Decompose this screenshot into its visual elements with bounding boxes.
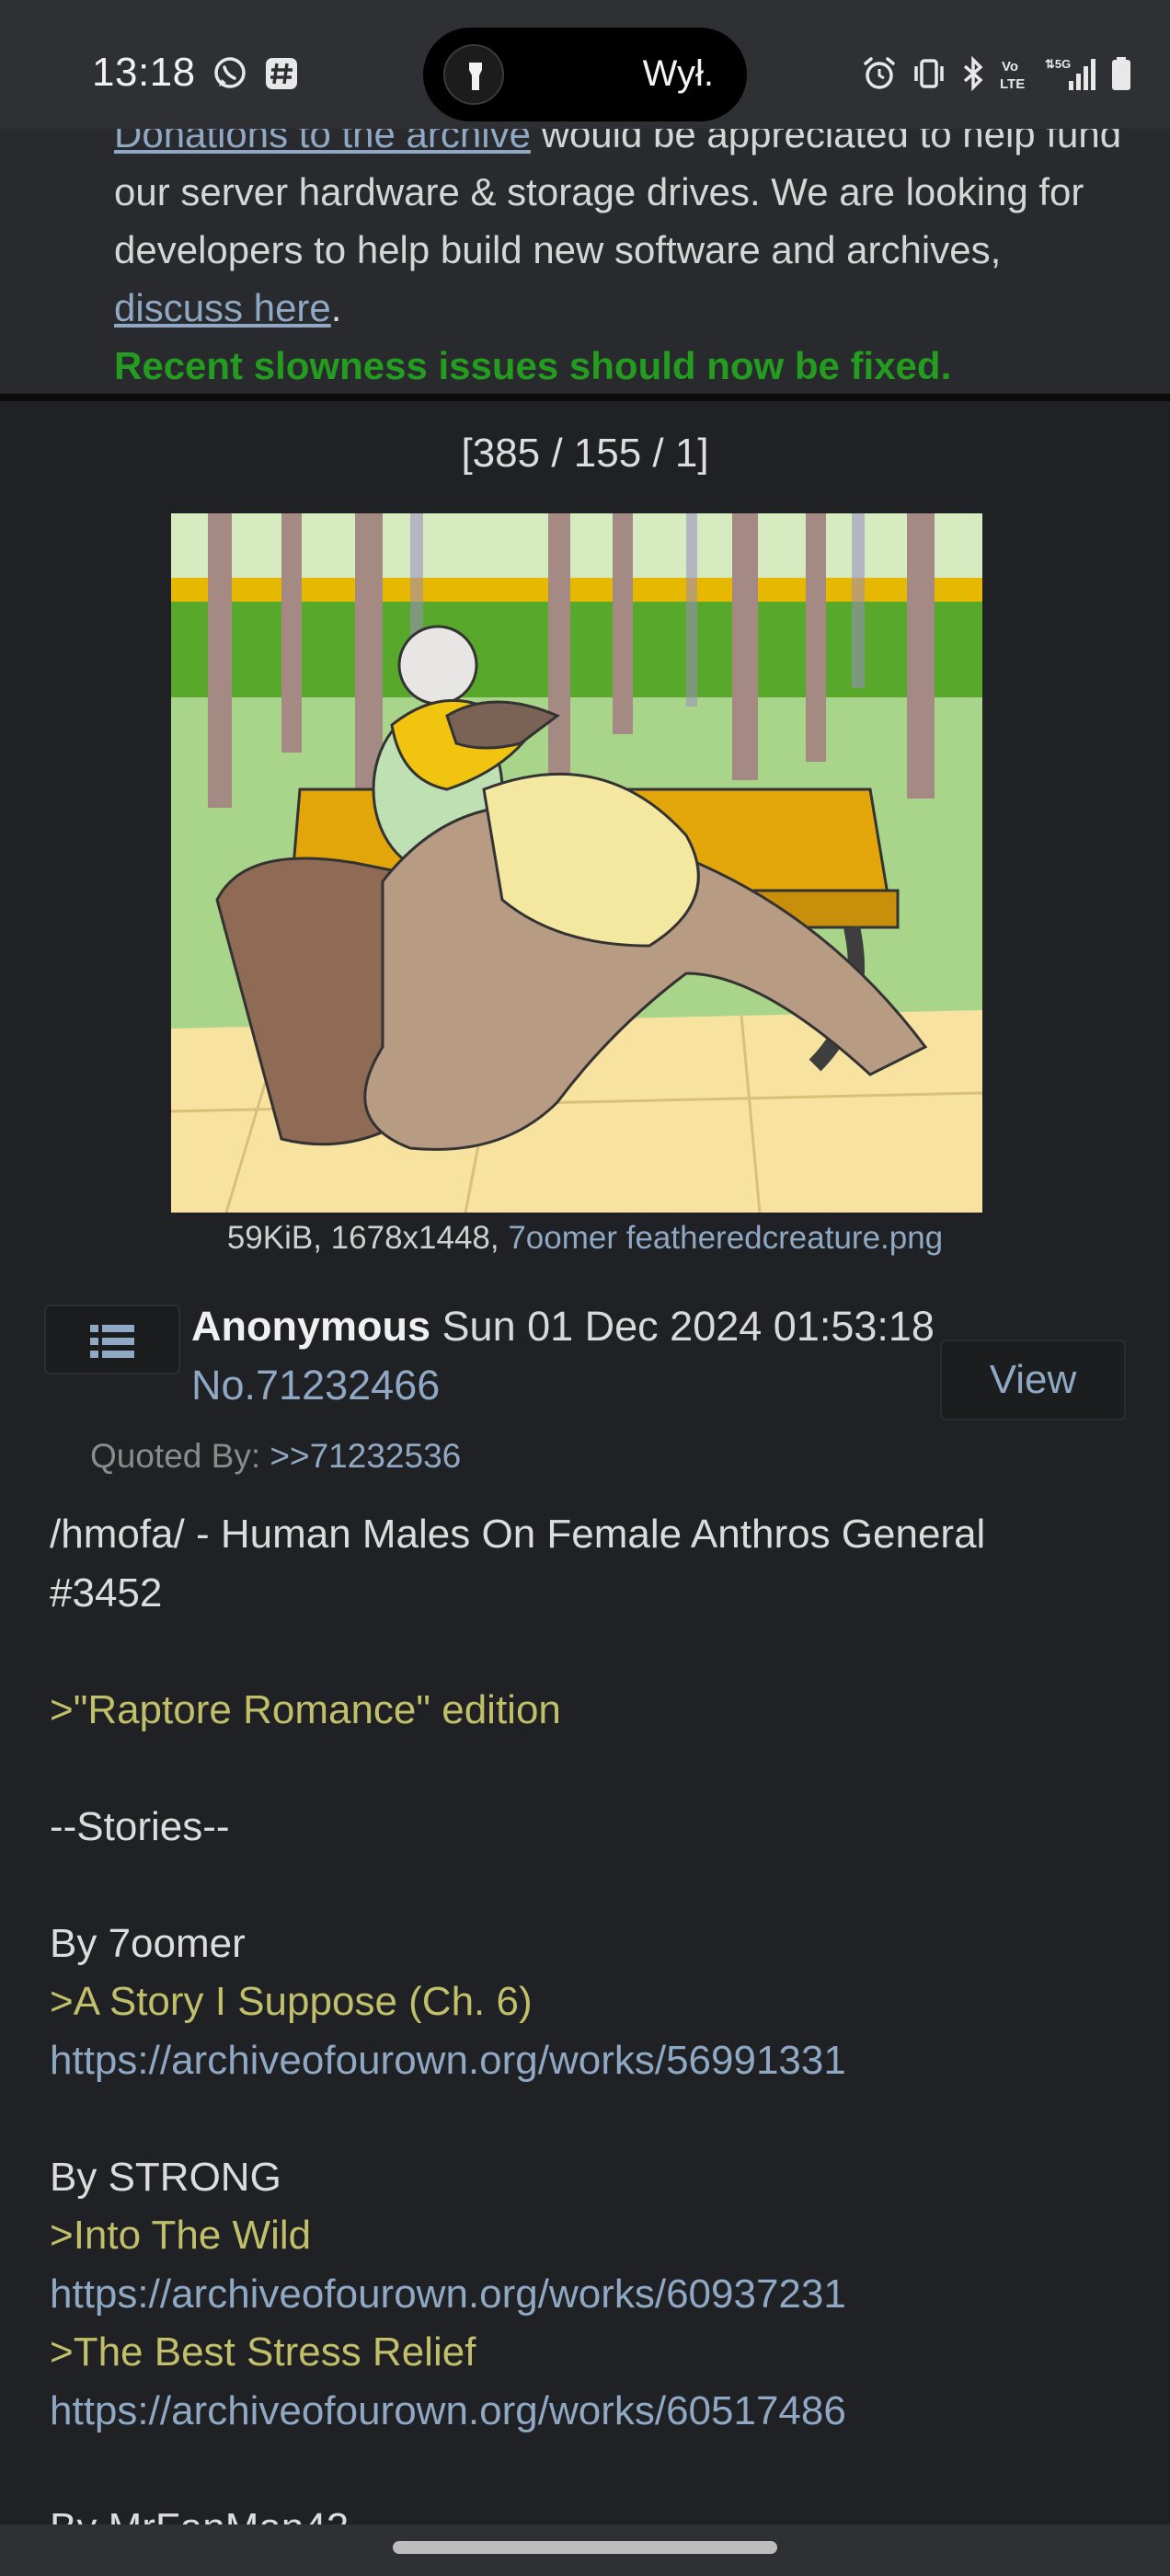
notice-period: . bbox=[330, 286, 342, 329]
vibrate-icon bbox=[911, 55, 947, 92]
navigation-bar bbox=[0, 2524, 1170, 2576]
dynamic-island-flashlight[interactable]: Wył. bbox=[423, 28, 747, 121]
status-bar: 13:18 Wył. Vo LTE ⇅5G bbox=[0, 0, 1170, 129]
post-text-line bbox=[50, 1739, 1135, 1798]
post-text-line bbox=[50, 1622, 1135, 1681]
greentext-line: >A Story I Suppose (Ch. 6) bbox=[50, 1979, 533, 2024]
post-text-line: #3452 bbox=[50, 1570, 163, 1616]
whatsapp-icon bbox=[212, 55, 248, 92]
signal-5g-icon: ⇅5G bbox=[1045, 55, 1096, 92]
post-text-line bbox=[50, 2089, 1135, 2148]
volte-icon: Vo LTE bbox=[999, 55, 1032, 92]
svg-text:LTE: LTE bbox=[1000, 76, 1025, 92]
donations-link[interactable]: Donations to the archive bbox=[114, 129, 531, 155]
post-image[interactable] bbox=[171, 513, 982, 1213]
archive-notice: Donations to the archive would be apprec… bbox=[0, 129, 1170, 394]
discuss-here-link[interactable]: discuss here bbox=[114, 286, 331, 329]
post-link[interactable]: https://archiveofourown.org/works/569913… bbox=[50, 2031, 1135, 2090]
post-text-line: By 7oomer bbox=[50, 1920, 246, 1966]
post-text-line: /hmofa/ - Human Males On Female Anthros … bbox=[50, 1512, 986, 1557]
notice-divider bbox=[0, 394, 1170, 401]
post-text-line bbox=[50, 2440, 1135, 2499]
flashlight-status: Wył. bbox=[642, 53, 714, 94]
thread-counts: [385 / 155 / 1] bbox=[461, 431, 709, 476]
file-name-link[interactable]: 7oomer featheredcreature.png bbox=[508, 1220, 943, 1256]
post-link[interactable]: https://archiveofourown.org/works/605174… bbox=[50, 2382, 1135, 2441]
greentext-line: >The Best Stress Relief bbox=[50, 2329, 476, 2375]
alarm-icon bbox=[861, 55, 898, 92]
post-text-line: By STRONG bbox=[50, 2154, 281, 2200]
bluetooth-icon bbox=[960, 55, 986, 92]
svg-text:⇅5G: ⇅5G bbox=[1045, 57, 1071, 71]
post-menu-button[interactable] bbox=[44, 1305, 180, 1374]
post-date: Sun 01 Dec 2024 01:53:18 bbox=[442, 1303, 935, 1350]
notice-green-text: Recent slowness issues should now be fix… bbox=[114, 344, 952, 387]
greentext-line: >Into The Wild bbox=[50, 2213, 312, 2258]
notice-text: Donations to the archive would be apprec… bbox=[114, 129, 1135, 394]
gesture-handle[interactable] bbox=[393, 2541, 777, 2554]
greentext-line: >"Raptore Romance" edition bbox=[50, 1686, 561, 1732]
post-header: Anonymous Sun 01 Dec 2024 01:53:18 No.71… bbox=[191, 1297, 935, 1415]
post-text-line bbox=[50, 1856, 1135, 1915]
post-link[interactable]: https://archiveofourown.org/works/609372… bbox=[50, 2265, 1135, 2324]
poster-name: Anonymous bbox=[191, 1303, 431, 1350]
svg-text:Vo: Vo bbox=[1002, 59, 1018, 75]
file-size-dims: 59KiB, 1678x1448, bbox=[226, 1220, 509, 1256]
post-body: /hmofa/ - Human Males On Female Anthros … bbox=[50, 1505, 1135, 2557]
quoted-by-link[interactable]: >>71232536 bbox=[270, 1437, 461, 1475]
view-button[interactable]: View bbox=[940, 1340, 1126, 1420]
flashlight-icon bbox=[443, 44, 504, 105]
file-info: 59KiB, 1678x1448, 7oomer featheredcreatu… bbox=[0, 1220, 1170, 1257]
quoted-by-label: Quoted By: bbox=[90, 1437, 270, 1475]
post-text-line: --Stories-- bbox=[50, 1803, 230, 1849]
post-number-link[interactable]: No.71232466 bbox=[191, 1362, 440, 1409]
status-time: 13:18 bbox=[92, 50, 196, 95]
hashtag-notification-icon bbox=[263, 55, 300, 92]
status-icons: Vo LTE ⇅5G bbox=[861, 53, 1133, 94]
battery-icon bbox=[1109, 55, 1133, 92]
quoted-by: Quoted By: >>71232536 bbox=[90, 1437, 461, 1476]
